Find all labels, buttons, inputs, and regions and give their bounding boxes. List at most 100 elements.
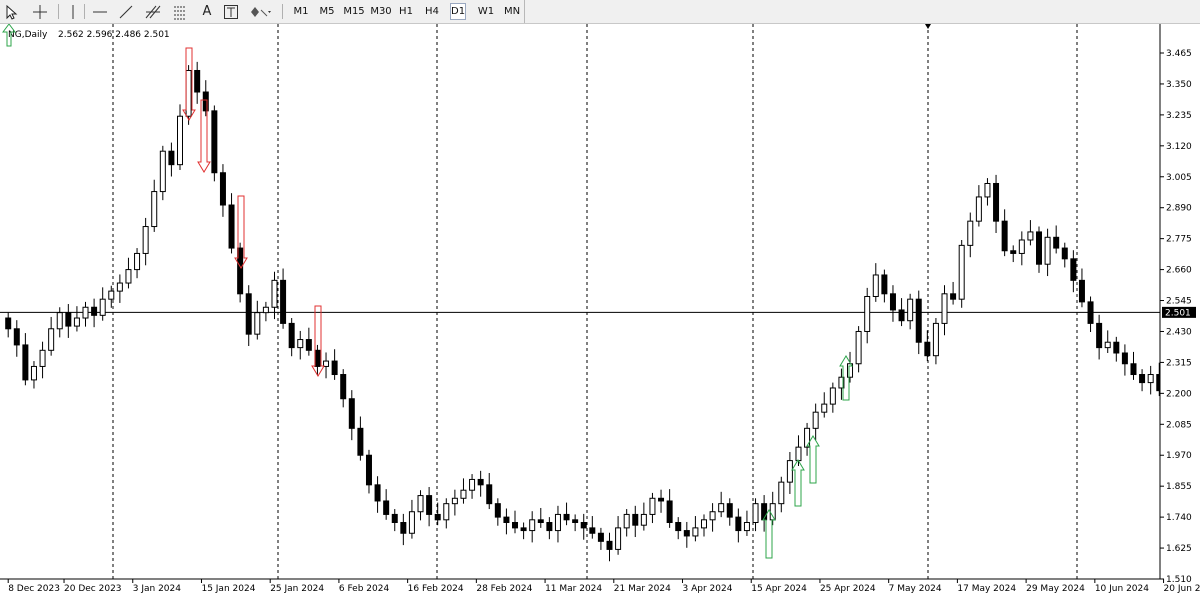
candle [417, 490, 424, 521]
candle [486, 472, 493, 510]
timeframe-m5[interactable]: M5 [318, 3, 336, 20]
candle [709, 503, 716, 532]
x-tick-label: 29 May 2024 [1026, 584, 1085, 594]
current-price-tag: 2.501 [1162, 306, 1196, 318]
candle [168, 142, 175, 177]
horizontal-line-tool[interactable] [90, 3, 110, 20]
candle [357, 416, 364, 461]
timeframe-mn[interactable]: MN [502, 3, 522, 20]
candle [1139, 369, 1146, 392]
candle [735, 508, 742, 543]
vertical-line-tool[interactable] [64, 3, 82, 20]
channel-tool[interactable] [142, 3, 164, 20]
x-tick-label: 3 Apr 2024 [683, 584, 733, 594]
fibonacci-icon [174, 6, 186, 19]
y-tick-label: 1.625 [1166, 544, 1192, 554]
price-chart[interactable]: 3.465 3.350 3.235 3.120 3.005 2.890 2.775 2.660… [0, 24, 1200, 606]
candle [692, 516, 699, 542]
candle [194, 61, 201, 104]
candle [323, 352, 330, 379]
candle [804, 422, 811, 456]
candle [99, 287, 106, 321]
timeframe-m15[interactable]: M15 [343, 3, 365, 20]
candle [314, 344, 321, 376]
candle [615, 516, 622, 555]
y-tick-label: 2.775 [1166, 235, 1192, 245]
candle [451, 489, 458, 516]
trendline-icon [119, 5, 133, 18]
chart-ohlc-values: 2.562 2.596 2.486 2.501 [58, 30, 170, 40]
candle [374, 476, 381, 513]
candle [391, 509, 398, 532]
candle [1121, 344, 1128, 376]
candle [503, 508, 510, 535]
candle [941, 285, 948, 336]
candle [563, 502, 570, 526]
x-tick-label: 16 Feb 2024 [408, 584, 464, 594]
shapes-tool[interactable] [248, 3, 274, 20]
timeframe-m30[interactable]: M30 [370, 3, 392, 20]
candle [520, 522, 527, 540]
buy-signal-arrow-icon [791, 459, 805, 507]
candle [348, 390, 355, 441]
candle [812, 403, 819, 441]
candle [39, 341, 46, 379]
candle [597, 527, 604, 550]
trendline-tool[interactable] [116, 3, 136, 20]
crosshair-tool[interactable] [29, 3, 51, 20]
drawing-tools-panel: A [0, 0, 525, 23]
x-tick-label: 20 Jun 2024 [1164, 584, 1200, 594]
cursor-icon [6, 4, 18, 20]
candle [975, 185, 982, 227]
candle [1010, 245, 1017, 263]
text-label-icon [224, 4, 238, 19]
text-label-tool[interactable] [222, 3, 240, 20]
candle [881, 269, 888, 303]
candle [262, 301, 269, 322]
candle [426, 486, 433, 527]
fibonacci-tool[interactable] [170, 3, 190, 20]
candle [125, 257, 132, 289]
y-tick-label: 2.200 [1166, 389, 1192, 399]
candle [288, 318, 295, 357]
candle [1087, 296, 1094, 333]
candle [1147, 365, 1154, 395]
y-tick-label: 2.430 [1166, 327, 1192, 337]
candle [383, 489, 390, 520]
candle [915, 290, 922, 355]
vertical-line-icon [72, 4, 74, 19]
candle [950, 281, 957, 305]
candle [1113, 336, 1120, 362]
timeframe-w1[interactable]: W1 [476, 3, 496, 20]
candle [1104, 330, 1111, 353]
timeframe-h1[interactable]: H1 [398, 3, 414, 20]
candle [580, 513, 587, 540]
timeframe-m1[interactable]: M1 [292, 3, 310, 20]
candle [56, 307, 63, 338]
text-icon: A [202, 4, 212, 19]
cursor-tool[interactable] [3, 3, 21, 20]
text-tool[interactable]: A [198, 3, 216, 20]
candle [932, 318, 939, 365]
candle [606, 532, 613, 562]
y-tick-label: 2.660 [1166, 266, 1192, 276]
candle [365, 449, 372, 494]
y-tick-label: 1.740 [1166, 513, 1192, 523]
x-tick-label: 15 Jan 2024 [201, 584, 255, 594]
y-tick-label: 1.970 [1166, 451, 1192, 461]
shapes-icon [251, 6, 271, 17]
timeframe-d1[interactable]: D1 [450, 3, 466, 20]
candle [400, 513, 407, 546]
candle [632, 505, 639, 538]
candle [640, 502, 647, 531]
candle [924, 330, 931, 362]
y-tick-label: 3.120 [1166, 142, 1192, 152]
svg-text:2.501: 2.501 [1165, 308, 1191, 318]
candle [726, 498, 733, 526]
candle [864, 287, 871, 344]
timeframe-h4[interactable]: H4 [424, 3, 440, 20]
candle [408, 499, 415, 539]
x-tick-label: 11 Mar 2024 [545, 584, 602, 594]
channel-icon [145, 5, 161, 18]
candle [13, 320, 20, 357]
